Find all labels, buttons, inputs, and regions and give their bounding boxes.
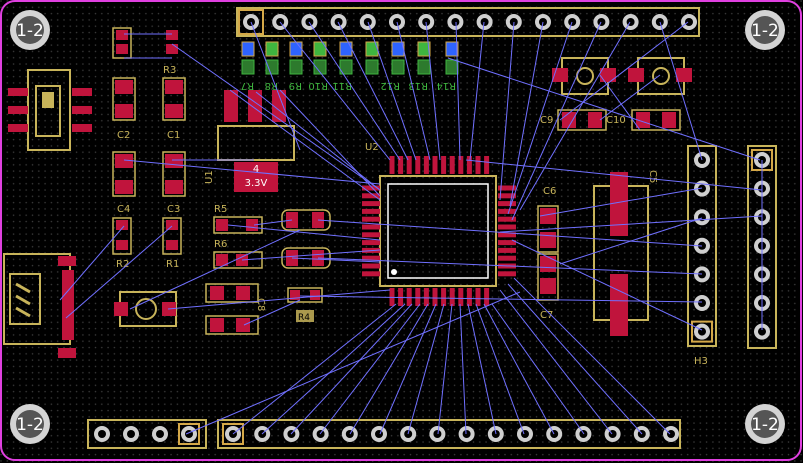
u1-pin-number: 4 xyxy=(253,164,259,175)
pin-pad[interactable] xyxy=(593,14,610,30)
refdes-c3: C3 xyxy=(167,204,180,215)
u2-pin-top[interactable] xyxy=(466,156,472,174)
u2-pin-left[interactable] xyxy=(362,201,380,207)
refdes-r10: R10 xyxy=(308,80,328,91)
refdes-r9: R9 xyxy=(289,80,302,91)
u2-pin-bottom[interactable] xyxy=(449,288,455,306)
refdes-r6: R6 xyxy=(214,239,227,250)
refdes-c9: C9 xyxy=(540,115,553,126)
refdes-c5: C5 xyxy=(647,170,658,183)
u2-pin-bottom[interactable] xyxy=(432,288,438,306)
mounting-hole-label: 1-2 xyxy=(751,21,779,41)
pin-pad[interactable] xyxy=(651,14,668,30)
refdes-r3: R3 xyxy=(163,65,176,76)
pcb-layout-canvas[interactable]: 1-2 1-2 1-2 1-2 R7 R8 R9 R10 R11 R12 R13… xyxy=(0,0,803,463)
refdes-c10: C10 xyxy=(606,115,626,126)
pin-pad[interactable] xyxy=(341,426,358,442)
refdes-h3: H3 xyxy=(694,356,708,367)
u1-net-label: 3.3V xyxy=(245,178,268,189)
refdes-r14: R14 xyxy=(436,80,456,91)
pin-pad[interactable] xyxy=(371,426,387,442)
u2-pin-right[interactable] xyxy=(498,255,516,261)
mounting-hole-bottom-left[interactable]: 1-2 xyxy=(10,404,50,444)
refdes-c8: C8 xyxy=(255,298,266,311)
refdes-r7: R7 xyxy=(241,80,254,91)
u2-pin-left[interactable] xyxy=(362,263,380,269)
u2-pin-left[interactable] xyxy=(362,208,380,214)
u2-pin-bottom[interactable] xyxy=(441,288,447,306)
pin-pad[interactable] xyxy=(564,14,581,30)
pin-pad[interactable] xyxy=(681,14,697,30)
refdes-r1: R1 xyxy=(166,259,179,270)
refdes-r5: R5 xyxy=(214,204,227,215)
pin-pad[interactable] xyxy=(546,426,563,442)
pin-pad[interactable] xyxy=(517,426,533,442)
u2-pin-top[interactable] xyxy=(389,156,395,174)
pin-pad[interactable] xyxy=(694,266,710,283)
pin-pad[interactable] xyxy=(123,426,139,442)
u2-pin-right[interactable] xyxy=(498,224,516,230)
u2-pin-left[interactable] xyxy=(362,232,380,238)
refdes-u1: U1 xyxy=(204,170,215,184)
u2-pin-right[interactable] xyxy=(498,201,516,207)
pin-pad[interactable] xyxy=(694,209,710,226)
pin-pad[interactable] xyxy=(447,14,464,30)
u2-pin-left[interactable] xyxy=(362,271,380,277)
refdes-r8: R8 xyxy=(265,80,278,91)
u2-pin-right[interactable] xyxy=(498,247,516,253)
u2-pin-top[interactable] xyxy=(475,156,481,174)
pin-pad[interactable] xyxy=(622,14,639,30)
pin-pad[interactable] xyxy=(429,426,446,442)
pin-pad[interactable] xyxy=(152,426,168,442)
refdes-c2: C2 xyxy=(117,130,130,141)
u2-pin-right[interactable] xyxy=(498,271,516,277)
mounting-hole-top-right[interactable]: 1-2 xyxy=(745,10,785,50)
refdes-c1: C1 xyxy=(167,130,180,141)
pin-pad[interactable] xyxy=(458,426,475,442)
u2-pin-left[interactable] xyxy=(362,216,380,222)
u2-pin-left[interactable] xyxy=(362,224,380,230)
mounting-hole-label: 1-2 xyxy=(16,21,44,41)
u2-pin-top[interactable] xyxy=(484,156,490,174)
u2-pin-bottom[interactable] xyxy=(423,288,429,306)
refdes-r4: R4 xyxy=(298,313,310,323)
mounting-hole-top-left[interactable]: 1-2 xyxy=(10,10,50,50)
u2-pin-bottom[interactable] xyxy=(458,288,464,306)
u2-pin-bottom[interactable] xyxy=(466,288,472,306)
u2-pin-right[interactable] xyxy=(498,208,516,214)
u2-pin-top[interactable] xyxy=(458,156,464,174)
mounting-hole-label: 1-2 xyxy=(751,415,779,435)
refdes-c6: C6 xyxy=(543,186,556,197)
refdes-c4: C4 xyxy=(117,204,130,215)
u2-pin-bottom[interactable] xyxy=(484,288,490,306)
pin-pad[interactable] xyxy=(663,426,679,442)
u2-pin-left[interactable] xyxy=(362,240,380,246)
u2-pin-top[interactable] xyxy=(441,156,447,174)
pin-pad[interactable] xyxy=(359,14,376,30)
refdes-r11: R11 xyxy=(332,80,352,91)
u2-pin-top[interactable] xyxy=(423,156,429,174)
pin-pad[interactable] xyxy=(694,295,710,311)
pin-pad[interactable] xyxy=(94,426,110,442)
u2-pin-top[interactable] xyxy=(432,156,438,174)
u2-pin-top[interactable] xyxy=(449,156,455,174)
mounting-hole-label: 1-2 xyxy=(16,415,44,435)
pin-pad[interactable] xyxy=(604,426,621,442)
mounting-hole-bottom-right[interactable]: 1-2 xyxy=(745,404,785,444)
u2-pin-bottom[interactable] xyxy=(406,288,412,306)
pin-pad[interactable] xyxy=(330,14,347,30)
u2-pin-bottom[interactable] xyxy=(475,288,481,306)
u2-pin-bottom[interactable] xyxy=(415,288,421,306)
pin-pad[interactable] xyxy=(476,14,493,30)
